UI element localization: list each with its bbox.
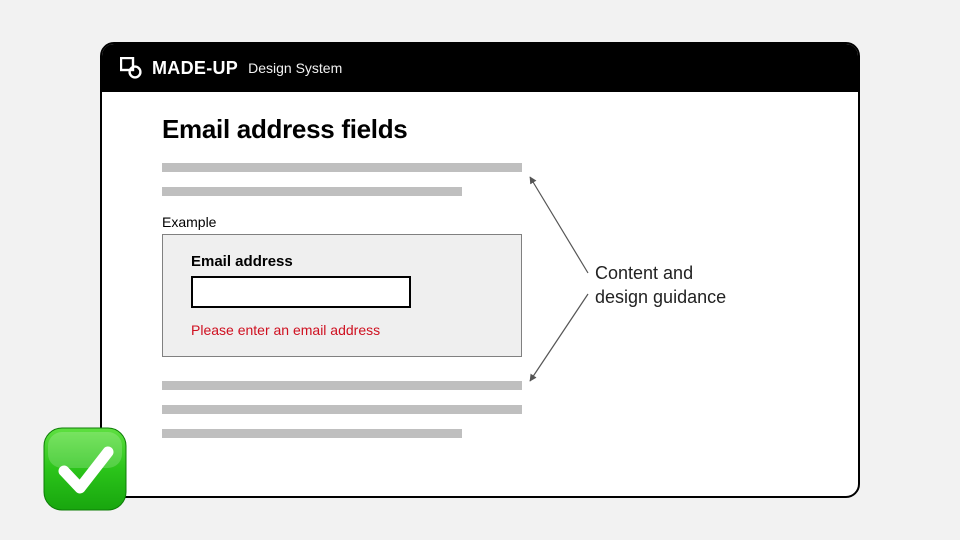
email-field-label: Email address xyxy=(191,253,493,270)
brand-name: MADE-UP xyxy=(152,58,238,79)
placeholder-text-line xyxy=(162,429,462,438)
annotation-line2: design guidance xyxy=(595,285,726,309)
checkmark-icon xyxy=(42,426,128,512)
page-title: Email address fields xyxy=(162,114,798,145)
annotation-line1: Content and xyxy=(595,261,726,285)
document-body: Email address fields Example Email addre… xyxy=(102,92,858,438)
placeholder-text-line xyxy=(162,381,522,390)
placeholder-block xyxy=(162,381,798,438)
placeholder-text-line xyxy=(162,163,522,172)
placeholder-text-line xyxy=(162,405,522,414)
window-titlebar: MADE-UP Design System xyxy=(102,44,858,92)
annotation-label: Content and design guidance xyxy=(595,261,726,310)
example-panel: Email address Please enter an email addr… xyxy=(162,234,522,357)
brand-subtitle: Design System xyxy=(248,60,342,76)
placeholder-text-line xyxy=(162,187,462,196)
brand-logo-icon xyxy=(120,57,142,79)
email-field[interactable] xyxy=(191,276,411,308)
email-error-message: Please enter an email address xyxy=(191,322,493,338)
doc-window: MADE-UP Design System Email address fiel… xyxy=(100,42,860,498)
example-heading: Example xyxy=(162,214,798,230)
